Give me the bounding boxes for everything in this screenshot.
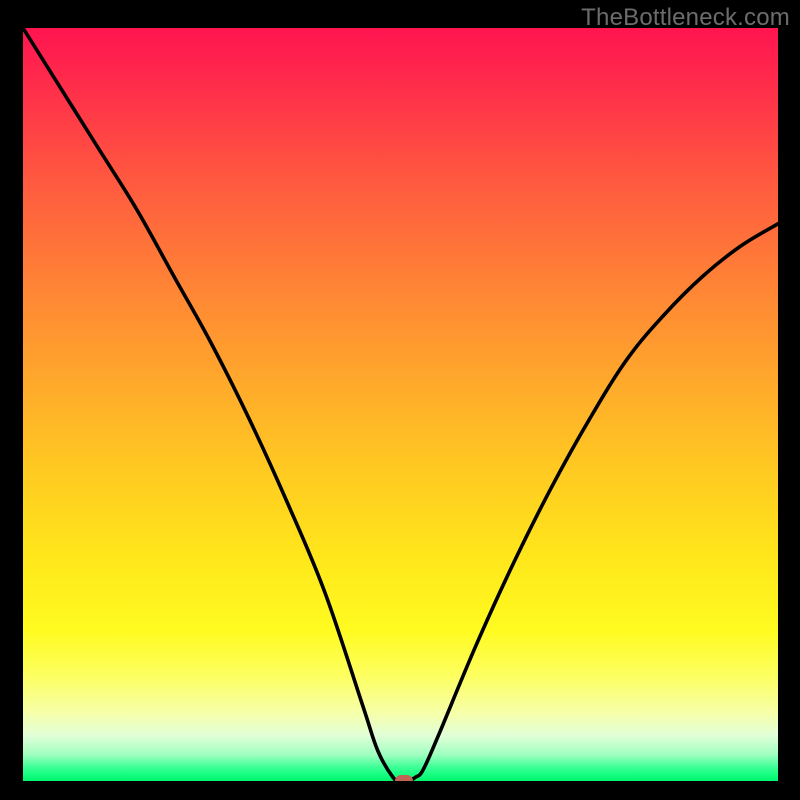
bottleneck-curve [23, 28, 778, 781]
curve-svg [23, 28, 778, 781]
plot-area [23, 28, 778, 781]
optimum-marker [395, 775, 413, 781]
chart-frame: TheBottleneck.com [0, 0, 800, 800]
watermark-text: TheBottleneck.com [581, 4, 790, 32]
